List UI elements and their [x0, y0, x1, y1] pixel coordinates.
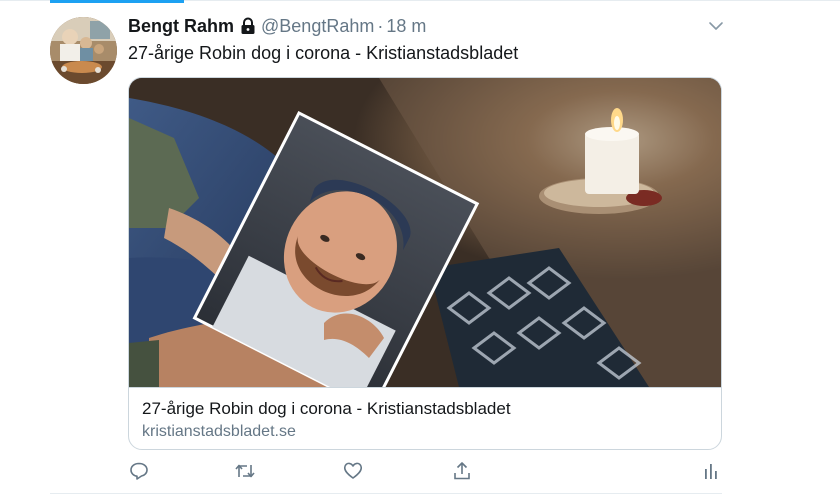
tweet-actions	[128, 460, 728, 484]
author-name[interactable]: Bengt Rahm	[128, 16, 234, 37]
card-body[interactable]: 27-årige Robin dog i corona - Kristianst…	[129, 387, 721, 449]
like-icon[interactable]	[342, 460, 364, 482]
analytics-icon[interactable]	[700, 460, 722, 482]
separator-dot: ·	[377, 15, 384, 36]
card-domain: kristianstadsbladet.se	[142, 423, 296, 440]
lock-icon	[240, 17, 256, 35]
retweet-icon[interactable]	[234, 460, 256, 482]
share-icon[interactable]	[451, 460, 473, 482]
tweet-divider	[50, 493, 722, 494]
card-image[interactable]	[129, 78, 721, 387]
chevron-down-icon[interactable]	[706, 18, 726, 34]
reply-icon[interactable]	[128, 460, 150, 482]
link-card[interactable]: 27-årige Robin dog i corona - Kristianst…	[128, 77, 722, 450]
author-handle[interactable]: @BengtRahm	[261, 16, 374, 37]
tweet-text: 27-årige Robin dog i corona - Kristianst…	[128, 43, 519, 63]
tweet[interactable]: Bengt Rahm @BengtRahm · 18 m 27-årige Ro…	[0, 0, 840, 497]
tweet-header: Bengt Rahm @BengtRahm · 18 m	[128, 14, 426, 38]
timestamp[interactable]: 18 m	[386, 16, 426, 37]
card-title: 27-årige Robin dog i corona - Kristianst…	[142, 399, 511, 418]
avatar[interactable]	[50, 17, 117, 84]
